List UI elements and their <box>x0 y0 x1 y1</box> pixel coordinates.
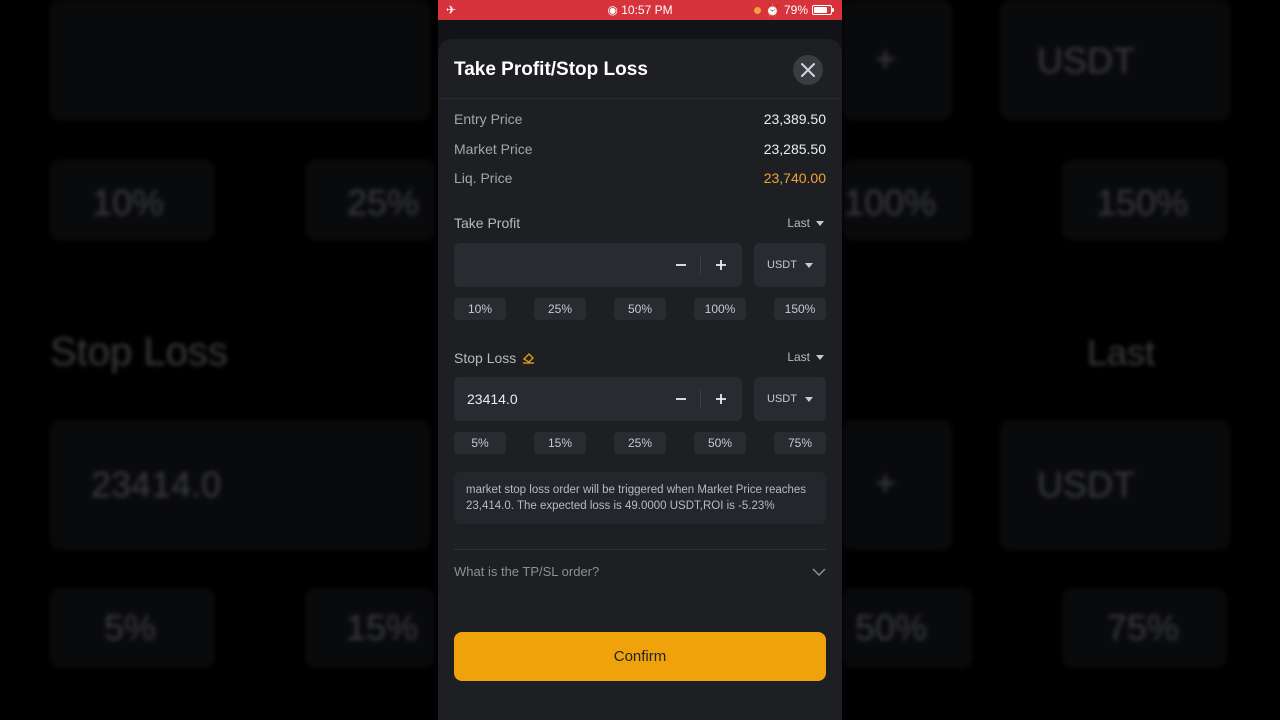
bg-stop-loss-label: Stop Loss <box>50 330 228 374</box>
bg-pct-label: 100% <box>844 182 937 223</box>
stop-loss-price-input[interactable]: 23414.0 <box>454 377 742 421</box>
take-profit-percent-button[interactable]: 100% <box>694 298 746 320</box>
bg-pct-label: 15% <box>346 607 419 648</box>
stop-loss-percent-button[interactable]: 5% <box>454 432 506 454</box>
stop-loss-percent-button[interactable]: 75% <box>774 432 826 454</box>
bg-pct-label: 5% <box>104 607 157 648</box>
take-profit-percent-button[interactable]: 50% <box>614 298 666 320</box>
minus-icon <box>676 398 686 400</box>
take-profit-decrease-button[interactable] <box>668 252 694 278</box>
stop-loss-unit-dropdown[interactable]: USDT <box>754 377 826 421</box>
tpsl-faq-toggle[interactable]: What is the TP/SL order? <box>454 549 826 593</box>
take-profit-percent-row: 10% 25% 50% 100% 150% <box>454 298 826 320</box>
take-profit-price-type-dropdown[interactable]: Last <box>787 216 824 230</box>
caret-down-icon <box>816 220 824 226</box>
alarm-icon: ⏰ <box>765 3 780 17</box>
take-profit-label: Take Profit <box>454 215 521 231</box>
stop-loss-price-type-label: Last <box>787 350 810 364</box>
battery-icon <box>812 5 834 15</box>
plus-icon <box>716 394 726 404</box>
take-profit-percent-button[interactable]: 25% <box>534 298 586 320</box>
market-price-value: 23,285.50 <box>763 141 826 157</box>
stop-loss-label: Stop Loss <box>454 350 517 366</box>
stop-loss-decrease-button[interactable] <box>668 386 694 412</box>
liq-price-row: Liq. Price 23,740.00 <box>454 170 826 186</box>
close-icon <box>801 63 815 77</box>
status-bar: ✈ ◉ 10:57 PM ⏰ 79% <box>438 0 842 20</box>
stop-loss-increase-button[interactable] <box>708 386 734 412</box>
take-profit-percent-button[interactable]: 150% <box>774 298 826 320</box>
bg-pct-label: 50% <box>855 607 928 648</box>
entry-price-row: Entry Price 23,389.50 <box>454 111 826 127</box>
stop-loss-percent-button[interactable]: 25% <box>614 432 666 454</box>
bg-plus-icon: + <box>875 38 897 79</box>
status-time: 10:57 PM <box>621 3 673 17</box>
take-profit-increase-button[interactable] <box>708 252 734 278</box>
bg-plus-icon: + <box>875 462 897 503</box>
minus-icon <box>676 264 686 266</box>
take-profit-price-input[interactable] <box>454 243 742 287</box>
liq-price-label: Liq. Price <box>454 170 513 186</box>
bg-stop-value: 23414.0 <box>91 464 222 505</box>
divider <box>700 390 701 408</box>
stop-loss-percent-button[interactable]: 50% <box>694 432 746 454</box>
close-button[interactable] <box>793 55 823 85</box>
bg-pct-label: 150% <box>1096 182 1189 223</box>
stop-loss-title: Stop Loss <box>454 350 535 366</box>
bg-last-label: Last <box>1087 332 1156 373</box>
divider <box>700 256 701 274</box>
chevron-down-icon <box>812 567 826 576</box>
location-icon: ◉ <box>607 3 618 17</box>
entry-price-value: 23,389.50 <box>763 111 826 127</box>
take-profit-price-type-label: Last <box>787 216 810 230</box>
stop-loss-unit-label: USDT <box>767 393 797 405</box>
bg-usdt-label: USDT <box>1037 464 1135 505</box>
tpsl-bottom-sheet: Take Profit/Stop Loss Entry Price 23,389… <box>438 39 842 720</box>
privacy-dot-icon <box>754 6 762 14</box>
battery-percent: 79% <box>783 3 808 17</box>
stop-loss-percent-button[interactable]: 15% <box>534 432 586 454</box>
take-profit-unit-dropdown[interactable]: USDT <box>754 243 826 287</box>
take-profit-unit-label: USDT <box>767 259 797 271</box>
plus-icon <box>716 260 726 270</box>
market-price-label: Market Price <box>454 141 533 157</box>
bg-pct-label: 25% <box>347 182 420 223</box>
caret-down-icon <box>804 396 813 402</box>
bg-pct-label: 75% <box>1107 607 1180 648</box>
entry-price-label: Entry Price <box>454 111 523 127</box>
liq-price-value: 23,740.00 <box>763 170 826 186</box>
confirm-button[interactable]: Confirm <box>454 632 826 681</box>
phone-screen: ✈ ◉ 10:57 PM ⏰ 79% Take Profit/Stop Loss… <box>438 0 842 720</box>
caret-down-icon <box>816 354 824 360</box>
stop-loss-percent-row: 5% 15% 25% 50% 75% <box>454 432 826 454</box>
stop-loss-info-box: market stop loss order will be triggered… <box>454 472 826 524</box>
caret-down-icon <box>804 262 813 268</box>
sheet-header: Take Profit/Stop Loss <box>438 39 842 99</box>
bg-usdt-label: USDT <box>1037 40 1135 81</box>
sheet-title: Take Profit/Stop Loss <box>454 59 648 80</box>
take-profit-title: Take Profit <box>454 215 520 231</box>
take-profit-percent-button[interactable]: 10% <box>454 298 506 320</box>
stop-loss-price-type-dropdown[interactable]: Last <box>787 350 824 364</box>
faq-label: What is the TP/SL order? <box>454 564 600 579</box>
stop-loss-value: 23414.0 <box>467 391 518 407</box>
bg-pct-label: 10% <box>92 182 165 223</box>
eraser-icon[interactable] <box>522 352 535 364</box>
market-price-row: Market Price 23,285.50 <box>454 141 826 157</box>
